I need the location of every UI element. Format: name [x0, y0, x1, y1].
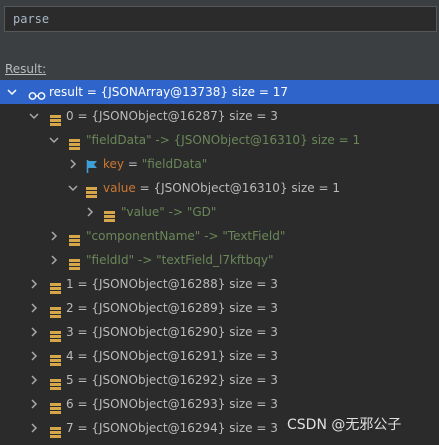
object-field-icon: [50, 350, 61, 366]
object-field-icon: [50, 110, 61, 126]
tree-row-label: 6 = {JSONObject@16293} size = 3: [66, 397, 278, 411]
tree-row-element-3[interactable]: 3 = {JSONObject@16290} size = 3: [0, 320, 439, 344]
tree-row-entry-value[interactable]: "value" -> "GD": [0, 200, 439, 224]
tree-row-key[interactable]: key = "fieldData": [0, 152, 439, 176]
tree-row-element-1[interactable]: 1 = {JSONObject@16288} size = 3: [0, 272, 439, 296]
tree-row-value[interactable]: value = {JSONObject@16310} size = 1: [0, 176, 439, 200]
object-field-icon: [104, 206, 115, 222]
tree-row-element-2[interactable]: 2 = {JSONObject@16289} size = 3: [0, 296, 439, 320]
object-field-icon: [50, 374, 61, 390]
tree-row-label: "fieldId" -> "textField_l7kftbqy": [86, 253, 274, 267]
object-field-icon: [50, 422, 61, 438]
tree-row-label: key = "fieldData": [103, 152, 207, 176]
chevron-right-icon[interactable]: [67, 152, 79, 176]
tree-row-entry-componentname[interactable]: "componentName" -> "TextField": [0, 224, 439, 248]
tree-row-label: 5 = {JSONObject@16292} size = 3: [66, 373, 278, 387]
chevron-right-icon[interactable]: [84, 200, 96, 224]
tree-row-entry-fielddata[interactable]: "fieldData" -> {JSONObject@16310} size =…: [0, 128, 439, 152]
field-name: value: [103, 181, 136, 195]
tree-row-label: 0 = {JSONObject@16287} size = 3: [66, 109, 278, 123]
watch-glasses-icon: [28, 86, 46, 100]
field-eq: =: [135, 181, 154, 195]
expression-input[interactable]: parse: [4, 6, 437, 32]
tree-row-label: 1 = {JSONObject@16288} size = 3: [66, 277, 278, 291]
chevron-right-icon[interactable]: [28, 368, 40, 392]
chevron-right-icon[interactable]: [28, 344, 40, 368]
tree-row-element-0[interactable]: 0 = {JSONObject@16287} size = 3: [0, 104, 439, 128]
flag-icon: [86, 157, 98, 173]
evaluate-toolbar: parse: [0, 0, 439, 52]
chevron-down-icon[interactable]: [48, 128, 60, 152]
chevron-down-icon[interactable]: [67, 176, 79, 200]
field-name: key: [103, 157, 125, 171]
result-tree[interactable]: result = {JSONArray@13738} size = 17 0 =…: [0, 80, 439, 445]
object-field-icon: [50, 302, 61, 318]
field-value: "fieldData": [141, 157, 208, 171]
chevron-right-icon[interactable]: [48, 248, 60, 272]
tree-row-label: value = {JSONObject@16310} size = 1: [103, 176, 340, 200]
tree-row-result[interactable]: result = {JSONArray@13738} size = 17: [0, 80, 439, 104]
field-eq: =: [124, 157, 142, 171]
object-field-icon: [50, 278, 61, 294]
watermark: CSDN @无邪公子: [287, 417, 402, 433]
tree-row-element-6[interactable]: 6 = {JSONObject@16293} size = 3: [0, 392, 439, 416]
chevron-right-icon[interactable]: [28, 272, 40, 296]
tree-row-label: result = {JSONArray@13738} size = 17: [49, 85, 289, 99]
field-value: {JSONObject@16310} size = 1: [153, 181, 340, 195]
tree-row-label: 4 = {JSONObject@16291} size = 3: [66, 349, 278, 363]
tree-row-label: 2 = {JSONObject@16289} size = 3: [66, 301, 278, 315]
tree-row-label: "componentName" -> "TextField": [86, 229, 286, 243]
chevron-right-icon[interactable]: [28, 416, 40, 440]
object-field-icon: [50, 326, 61, 342]
chevron-down-icon[interactable]: [28, 104, 40, 128]
tree-row-label: 7 = {JSONObject@16294} size = 3: [66, 421, 278, 435]
tree-row-entry-fieldid[interactable]: "fieldId" -> "textField_l7kftbqy": [0, 248, 439, 272]
chevron-down-icon[interactable]: [6, 80, 18, 104]
object-field-icon: [86, 182, 97, 198]
tree-row-element-5[interactable]: 5 = {JSONObject@16292} size = 3: [0, 368, 439, 392]
tree-row-element-4[interactable]: 4 = {JSONObject@16291} size = 3: [0, 344, 439, 368]
tree-row-label: 3 = {JSONObject@16290} size = 3: [66, 325, 278, 339]
object-field-icon: [69, 134, 80, 150]
object-field-icon: [69, 230, 80, 246]
object-field-icon: [50, 398, 61, 414]
chevron-right-icon[interactable]: [48, 224, 60, 248]
chevron-right-icon[interactable]: [28, 296, 40, 320]
chevron-right-icon[interactable]: [28, 320, 40, 344]
result-label: Result:: [5, 62, 47, 76]
tree-row-label: "value" -> "GD": [121, 205, 217, 219]
tree-row-label: "fieldData" -> {JSONObject@16310} size =…: [86, 133, 361, 147]
chevron-right-icon[interactable]: [28, 392, 40, 416]
expression-text: parse: [13, 12, 50, 26]
object-field-icon: [69, 254, 80, 270]
